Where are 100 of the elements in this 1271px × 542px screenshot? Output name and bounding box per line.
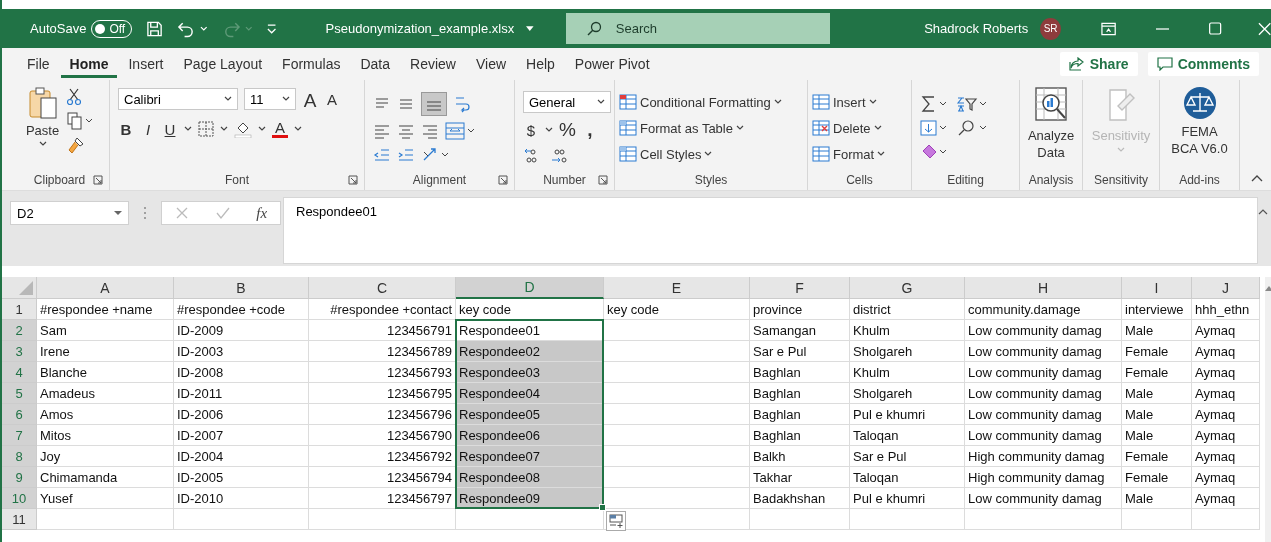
merge-center-icon[interactable] — [445, 122, 475, 140]
ribbon-tab[interactable]: Page Layout — [174, 50, 272, 78]
customize-icon[interactable] — [266, 22, 278, 35]
quick-analysis-icon[interactable] — [606, 511, 626, 531]
table-cell: 123456796 — [309, 404, 456, 425]
analyze-data-button[interactable]: Analyze Data — [1020, 86, 1082, 161]
ribbon-tab[interactable]: Review — [401, 50, 465, 78]
copy-icon[interactable] — [67, 112, 94, 130]
wrap-text-icon[interactable] — [453, 94, 473, 114]
formula-field[interactable]: Respondee01 — [283, 197, 1258, 264]
decrease-decimal-icon[interactable] — [549, 147, 569, 165]
row-header[interactable]: 9 — [2, 467, 37, 488]
row-header[interactable]: 11 — [2, 509, 37, 530]
column-header[interactable]: C — [309, 277, 456, 299]
caret-icon[interactable] — [545, 127, 553, 133]
column-header[interactable]: H — [965, 277, 1122, 299]
align-left-icon[interactable] — [373, 122, 391, 140]
ribbon-tab[interactable]: File — [18, 50, 59, 78]
name-box[interactable]: D2 — [10, 201, 129, 225]
ribbon-display-icon[interactable] — [1101, 21, 1117, 36]
ribbon-tab[interactable]: Data — [351, 50, 400, 78]
fill-color-icon[interactable] — [234, 120, 252, 139]
align-center-icon[interactable] — [397, 122, 415, 140]
ribbon-tab[interactable]: Home — [60, 50, 118, 78]
search-icon[interactable] — [956, 119, 988, 137]
bold-button[interactable]: B — [118, 120, 134, 138]
row-header[interactable]: 6 — [2, 404, 37, 425]
caret-icon[interactable] — [294, 126, 302, 133]
row-header[interactable]: 3 — [2, 341, 37, 362]
caret-icon[interactable] — [220, 126, 228, 133]
cell-styles-button[interactable]: Cell Styles — [619, 143, 713, 165]
table-cell: ID-2009 — [174, 320, 309, 341]
maximize-icon[interactable] — [1209, 22, 1222, 35]
font-name-field[interactable]: Calibri — [118, 88, 238, 111]
collapse-ribbon-icon[interactable] — [1251, 174, 1263, 182]
save-icon[interactable] — [146, 19, 164, 38]
row-header[interactable]: 4 — [2, 362, 37, 383]
caret-icon[interactable] — [184, 126, 192, 133]
collapse-formula-bar-icon[interactable] — [1258, 209, 1268, 215]
dialog-launcher-icon[interactable] — [348, 175, 358, 185]
drag-handle-icon[interactable] — [143, 206, 147, 220]
add-in-button[interactable]: FEMA BCA V6.0 — [1168, 86, 1231, 157]
percent-button[interactable]: % — [559, 119, 576, 141]
column-header[interactable]: B — [174, 277, 309, 299]
column-header[interactable]: E — [604, 277, 750, 299]
search-field[interactable]: Search — [613, 20, 818, 37]
row-header[interactable]: 8 — [2, 446, 37, 467]
font-size-field[interactable]: 11 — [244, 88, 296, 111]
cut-icon[interactable] — [67, 88, 82, 106]
table-cell: Aymaq — [1192, 362, 1260, 383]
grow-font-button[interactable]: A — [302, 86, 318, 113]
delete-button[interactable]: Delete — [812, 117, 882, 139]
close-icon[interactable] — [1257, 21, 1271, 36]
column-header[interactable]: F — [750, 277, 850, 299]
comma-style-button[interactable]: , — [581, 119, 598, 141]
file-name[interactable]: Pseudonymization_example.xlsx — [325, 21, 515, 36]
sort-filter-icon[interactable] — [956, 95, 988, 113]
insert-button[interactable]: Insert — [812, 91, 877, 113]
comments-button[interactable]: Comments — [1147, 52, 1259, 76]
paste-button[interactable]: Paste — [25, 86, 60, 147]
scroll-up-icon[interactable] — [1265, 285, 1271, 291]
number-format-field[interactable]: General — [523, 91, 611, 113]
minimize-icon[interactable] — [1156, 27, 1170, 30]
column-header[interactable]: I — [1122, 277, 1192, 299]
currency-button[interactable]: $ — [523, 121, 539, 139]
italic-button[interactable]: I — [140, 120, 156, 138]
row-header[interactable]: 2 — [2, 320, 37, 341]
format-painter-icon[interactable] — [67, 136, 86, 154]
share-button[interactable]: Share — [1059, 52, 1138, 76]
ribbon-tab[interactable]: View — [466, 50, 516, 78]
font-color-button[interactable]: A — [272, 120, 288, 139]
ribbon-tab[interactable]: Formulas — [273, 50, 350, 78]
underline-button[interactable]: U — [162, 120, 178, 138]
conditional-formatting-button[interactable]: Conditional Formatting — [619, 91, 782, 113]
format-button[interactable]: Format — [812, 143, 886, 165]
column-header[interactable]: A — [37, 277, 174, 299]
borders-icon[interactable] — [198, 121, 214, 138]
shrink-font-button[interactable]: A — [324, 90, 340, 108]
align-right-icon[interactable] — [421, 122, 439, 140]
row-header[interactable]: 1 — [2, 299, 37, 320]
row-header[interactable]: 7 — [2, 425, 37, 446]
caret-icon[interactable] — [526, 25, 534, 32]
format-as-table-button[interactable]: Format as Table — [619, 117, 744, 139]
row-header[interactable]: 5 — [2, 383, 37, 404]
increase-indent-icon[interactable] — [397, 146, 415, 164]
ribbon-tab[interactable]: Help — [517, 50, 564, 78]
dialog-launcher-icon[interactable] — [498, 175, 508, 185]
column-header[interactable]: G — [850, 277, 965, 299]
row-header[interactable]: 10 — [2, 488, 37, 509]
dialog-launcher-icon[interactable] — [598, 175, 608, 185]
search-box[interactable]: Search — [565, 13, 831, 44]
decrease-indent-icon[interactable] — [373, 146, 391, 164]
ribbon-tab[interactable]: Power Pivot — [565, 50, 659, 78]
column-header[interactable]: D — [456, 277, 604, 299]
dialog-launcher-icon[interactable] — [93, 175, 103, 185]
insert-function-button[interactable]: fx — [256, 204, 268, 222]
column-header[interactable]: J — [1192, 277, 1260, 299]
user-avatar[interactable]: SR — [1040, 17, 1061, 40]
ribbon-tab[interactable]: Insert — [119, 50, 173, 78]
caret-icon[interactable] — [258, 126, 266, 133]
